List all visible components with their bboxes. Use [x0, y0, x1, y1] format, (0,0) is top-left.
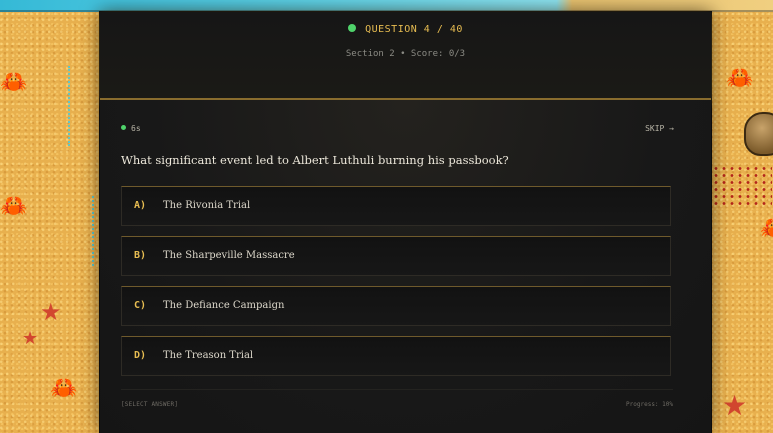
answer-option-d[interactable]: D) The Treason Trial [121, 336, 671, 376]
rock-icon [744, 112, 773, 156]
answer-option-b[interactable]: B) The Sharpeville Massacre [121, 236, 671, 276]
timer: 6s [121, 124, 141, 133]
timer-dot-icon [121, 125, 126, 130]
option-letter: C) [134, 300, 147, 311]
section-score: Section 2 • Score: 0/3 [345, 49, 466, 59]
option-text: The Sharpeville Massacre [163, 250, 295, 261]
option-text: The Rivonia Trial [163, 200, 251, 211]
seaweed-icon [68, 66, 74, 146]
pebbles-icon [712, 165, 772, 205]
question-counter-text: QUESTION 4 / 40 [365, 24, 463, 35]
answer-option-a[interactable]: A) The Rivonia Trial [121, 186, 671, 226]
option-letter: A) [134, 200, 147, 211]
sea-strip [0, 0, 773, 12]
crab-icon: 🦀 [0, 194, 28, 219]
quiz-panel: QUESTION 4 / 40 Section 2 • Score: 0/3 6… [100, 12, 711, 433]
crab-icon: 🦀 [50, 376, 78, 401]
crab-icon: 🦀 [760, 218, 773, 240]
question-card: 6s SKIP → What significant event led to … [100, 100, 711, 433]
skip-button[interactable]: SKIP → [645, 124, 674, 133]
answer-option-c[interactable]: C) The Defiance Campaign [121, 286, 671, 326]
progress-indicator: Progress: 10% [626, 401, 673, 408]
quiz-header: QUESTION 4 / 40 Section 2 • Score: 0/3 [100, 12, 711, 100]
question-text: What significant event led to Albert Lut… [121, 153, 509, 167]
footer-divider [121, 389, 673, 390]
crab-icon: 🦀 [0, 70, 28, 95]
crab-icon: 🦀 [726, 66, 754, 91]
select-answer-status: [SELECT ANSWER] [121, 401, 179, 408]
starfish-icon: ★ [22, 328, 39, 349]
seaweed-icon [92, 196, 98, 266]
starfish-icon: ★ [722, 389, 748, 422]
starfish-icon: ★ [40, 298, 62, 326]
option-letter: B) [134, 250, 147, 261]
option-text: The Defiance Campaign [163, 300, 285, 311]
option-letter: D) [134, 350, 147, 361]
option-text: The Treason Trial [163, 350, 254, 361]
timer-text: 6s [131, 124, 141, 133]
live-status-icon [348, 24, 357, 32]
question-counter: QUESTION 4 / 40 [100, 24, 711, 35]
